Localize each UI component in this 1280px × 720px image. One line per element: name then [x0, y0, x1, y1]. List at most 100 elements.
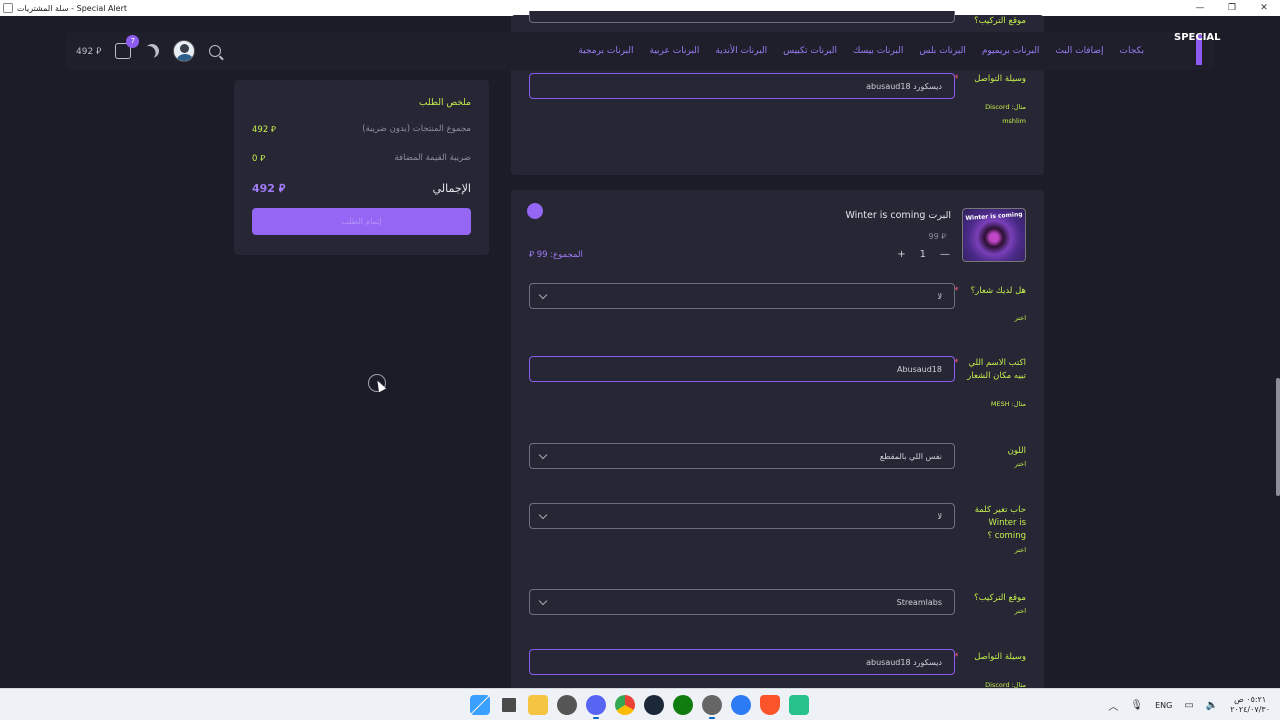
chevron-down-icon — [538, 596, 548, 606]
taskbar: ︿ 🎙 ENG ▭ 🔈 ٠٥:٢١ ص ٢٠٢٤/٠٧/٣٠ — [0, 688, 1280, 720]
install-location-hint: اختر — [1014, 607, 1026, 615]
product-name[interactable]: البرت Winter is coming — [845, 210, 951, 221]
checkout-button[interactable]: إتمام الطلب — [252, 208, 471, 235]
nav-item-basic[interactable]: البرنات بيسك — [853, 46, 903, 56]
nav-item-premium[interactable]: البرنات بريميوم — [982, 46, 1040, 56]
avatar[interactable] — [173, 40, 196, 62]
vat-value: 0 ⃁ — [252, 154, 266, 164]
cart-item-card: Winter is coming البرت Winter is coming … — [511, 190, 1044, 710]
maximize-button[interactable]: ❐ — [1216, 0, 1248, 16]
order-summary: ملخص الطلب مجموع المنتجات (بدون ضريبة) 4… — [234, 80, 489, 255]
obs-icon[interactable] — [702, 695, 722, 719]
contact-method-input[interactable]: ديسكورد abusaud18 — [529, 649, 955, 675]
chevron-down-icon — [538, 290, 548, 300]
main-nav: بكجات إضافات البث البرنات بريميوم البرنا… — [578, 32, 1144, 70]
color-label: اللون — [1007, 446, 1026, 456]
subtotal-value: 492 ⃁ — [252, 125, 276, 135]
language-indicator[interactable]: ENG — [1155, 701, 1172, 710]
logo-name-hint: مثال: MESH — [990, 400, 1026, 408]
contact-method-hint: مثال: Discord — [985, 103, 1026, 111]
network-icon[interactable]: ▭ — [1184, 700, 1193, 711]
clock-date: ٢٠٢٤/٠٧/٣٠ — [1230, 705, 1270, 714]
site-logo[interactable]: SPECIAL — [1168, 32, 1221, 67]
cart-total: 492 ⃁ — [76, 46, 102, 57]
product-thumbnail-text: Winter is coming — [965, 211, 1023, 222]
nav-item-packages[interactable]: بكجات — [1120, 46, 1145, 56]
browser-icon[interactable] — [731, 695, 751, 715]
chevron-up-icon[interactable]: ︿ — [1108, 698, 1118, 713]
chrome-icon[interactable] — [615, 695, 635, 715]
search-icon[interactable] — [209, 45, 222, 57]
vat-row: ضريبة القيمة المضافة 0 ⃁ — [252, 153, 471, 164]
nav-item-arabic[interactable]: البرنات عربية — [650, 46, 700, 56]
window-title: سلة المشتريات - Special Alert — [17, 3, 128, 13]
has-logo-hint: اختر — [1014, 314, 1026, 322]
settings-icon[interactable] — [557, 695, 577, 715]
subtotal-row: مجموع المنتجات (بدون ضريبة) 492 ⃁ — [252, 124, 471, 135]
change-word-select[interactable]: لا — [529, 503, 955, 529]
quantity-minus-button[interactable]: — — [940, 249, 950, 260]
window-controls: — ❐ ✕ — [1184, 0, 1280, 16]
app-icon — [3, 3, 13, 13]
install-location-select[interactable]: Streamlabs — [529, 589, 955, 615]
has-logo-label: * هل لديك شعار؟ — [954, 286, 1026, 296]
nav-item-clubs[interactable]: البرنات الأندية — [715, 46, 767, 56]
header-actions: 492 ⃁ 7 — [76, 32, 222, 70]
order-summary-title: ملخص الطلب — [419, 98, 471, 108]
nav-item-takbees[interactable]: البرنات تكبيس — [783, 46, 837, 56]
contact-method-label: * وسيلة التواصل — [954, 652, 1026, 662]
contact-method-label: * وسيلة التواصل — [954, 74, 1026, 84]
cart-count-badge: 7 — [126, 35, 140, 48]
contact-method-hint2: mshlim — [1002, 117, 1026, 125]
page-scrollbar[interactable] — [1276, 378, 1280, 496]
total-row: الإجمالي 492 ⃁ — [252, 182, 471, 196]
total-value: 492 ⃁ — [252, 182, 286, 195]
color-select[interactable]: نفس اللي بالمقطع — [529, 443, 955, 469]
nav-item-programming[interactable]: البرنات برمجية — [578, 46, 633, 56]
taskbar-apps — [470, 695, 809, 719]
nav-item-plus[interactable]: البرنات بلس — [919, 46, 965, 56]
site-header: SPECIAL بكجات إضافات البث البرنات بريميو… — [66, 32, 1221, 70]
chevron-down-icon — [538, 450, 548, 460]
quantity-plus-button[interactable]: + — [897, 249, 905, 260]
store-icon[interactable] — [499, 695, 519, 715]
audio-app-icon[interactable] — [789, 695, 809, 715]
site-logo-text: SPECIAL — [1174, 32, 1221, 43]
vat-label: ضريبة القيمة المضافة — [394, 153, 471, 163]
subtotal-label: مجموع المنتجات (بدون ضريبة) — [362, 124, 471, 134]
change-word-hint: اختر — [1014, 546, 1026, 554]
product-thumbnail: Winter is coming — [962, 208, 1026, 262]
system-tray: ︿ 🎙 ENG ▭ 🔈 ٠٥:٢١ ص ٢٠٢٤/٠٧/٣٠ — [1108, 689, 1270, 720]
remove-item-button[interactable] — [527, 203, 543, 219]
microphone-icon[interactable]: 🎙 — [1130, 700, 1143, 711]
folder-icon[interactable] — [528, 695, 548, 715]
install-location-select[interactable] — [529, 11, 955, 23]
discord-icon[interactable] — [586, 695, 606, 719]
logo-name-label: * اكتب الاسم اللي تبيه مكان الشعار — [954, 358, 1026, 381]
xbox-icon[interactable] — [673, 695, 693, 715]
color-hint: اختر — [1014, 460, 1026, 468]
install-location-label: موقع التركيب؟ — [974, 16, 1026, 26]
brave-icon[interactable] — [760, 695, 780, 715]
total-label: الإجمالي — [432, 182, 471, 195]
start-icon[interactable] — [470, 695, 490, 715]
moon-icon[interactable] — [143, 41, 162, 60]
chevron-down-icon — [538, 510, 548, 520]
taskbar-clock[interactable]: ٠٥:٢١ ص ٢٠٢٤/٠٧/٣٠ — [1230, 695, 1270, 715]
quantity-stepper: + 1 — — [897, 249, 950, 260]
close-button[interactable]: ✕ — [1248, 0, 1280, 16]
item-subtotal: المجموع: 99 ⃁ — [529, 250, 583, 260]
quantity-value[interactable]: 1 — [920, 249, 926, 260]
nav-item-stream-addons[interactable]: إضافات البث — [1055, 46, 1103, 56]
steam-icon[interactable] — [644, 695, 664, 715]
change-word-label: حاب تغير كلمة Winter is coming ؟ — [974, 505, 1026, 541]
clock-time: ٠٥:٢١ ص — [1234, 695, 1267, 704]
product-price: 99 ⃁ — [928, 232, 946, 241]
has-logo-select[interactable]: لا — [529, 283, 955, 309]
cart-icon[interactable]: 7 — [115, 35, 140, 59]
minimize-button[interactable]: — — [1184, 0, 1216, 16]
volume-icon[interactable]: 🔈 — [1206, 700, 1218, 711]
logo-name-input[interactable]: Abusaud18 — [529, 356, 955, 382]
contact-method-input[interactable]: ديسكورد abusaud18 — [529, 73, 955, 99]
install-location-label: موقع التركيب؟ — [974, 593, 1026, 603]
